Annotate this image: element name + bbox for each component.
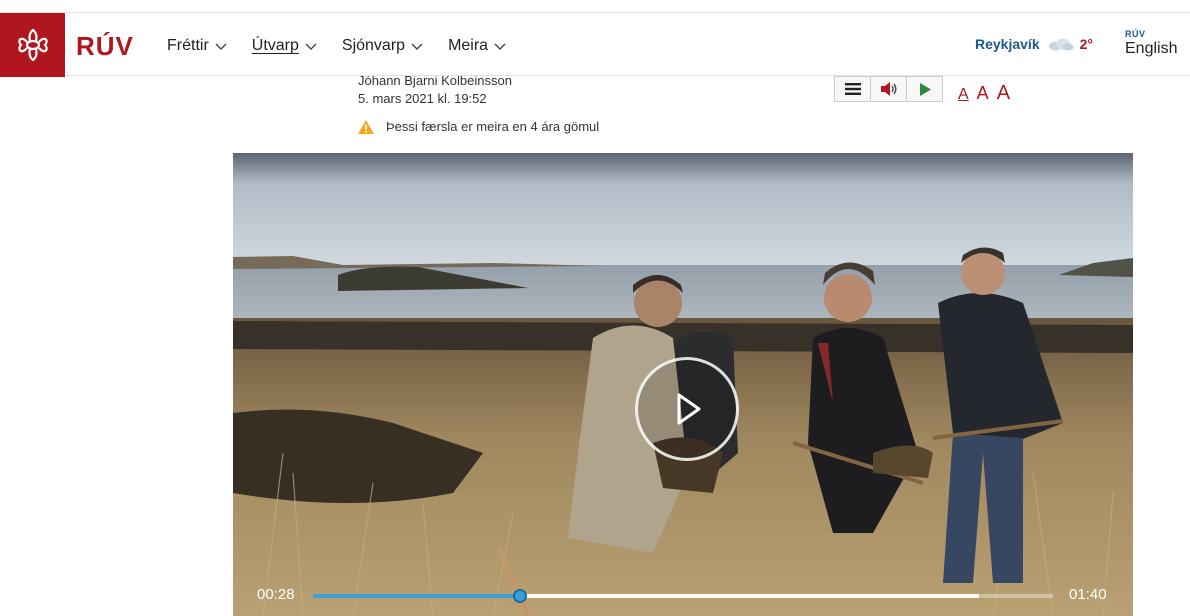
font-size-medium-button[interactable]: A (977, 83, 989, 104)
nav-item-sjonvarp[interactable]: Sjónvarp (342, 37, 423, 55)
language-switch[interactable]: RÚV English (1125, 29, 1177, 58)
chevron-down-icon (411, 43, 423, 50)
nav-label: Meira (448, 37, 489, 54)
age-warning-text: Þessi færsla er meira en 4 ára gömul (386, 119, 600, 134)
play-icon (677, 393, 701, 425)
nav-item-utvarp[interactable]: Útvarp (252, 37, 317, 55)
nav-label: Fréttir (167, 37, 209, 54)
article-date: 5. mars 2021 kl. 19:52 (358, 91, 487, 106)
font-size-controls: A A A (958, 82, 1010, 105)
weather-temp: 2° (1079, 36, 1093, 52)
site-header: RÚV Fréttir Útvarp Sjónvarp Meira Reykja… (0, 12, 1190, 77)
menu-icon (844, 83, 861, 95)
seek-bar[interactable] (313, 589, 1053, 603)
nav-item-meira[interactable]: Meira (448, 37, 506, 55)
age-warning: Þessi færsla er meira en 4 ára gömul (358, 119, 599, 134)
video-player[interactable]: 00:28 01:40 (233, 153, 1133, 616)
warning-icon (358, 119, 374, 134)
language-switch-label: English (1125, 40, 1178, 57)
nav-label: Sjónvarp (341, 37, 406, 54)
chevron-down-icon (494, 43, 506, 50)
play-button[interactable] (635, 357, 739, 461)
play-audio-button[interactable] (907, 77, 942, 101)
listen-button[interactable] (871, 77, 907, 101)
font-size-large-button[interactable]: A (997, 82, 1010, 105)
chevron-down-icon (305, 43, 317, 50)
menu-button[interactable] (835, 77, 871, 101)
cloud-icon (1048, 38, 1074, 51)
language-switch-small: RÚV (1125, 29, 1146, 39)
duration: 01:40 (1069, 586, 1107, 603)
nav-item-frettir[interactable]: Fréttir (167, 37, 227, 55)
progress-bar (313, 594, 521, 598)
play-icon (919, 82, 931, 96)
chevron-down-icon (215, 43, 227, 50)
weather-city: Reykjavík (975, 36, 1040, 52)
brand-name[interactable]: RÚV (76, 31, 134, 62)
speaker-icon (880, 82, 896, 96)
current-time: 00:28 (257, 586, 295, 603)
article-tools (834, 76, 943, 102)
main-nav: Fréttir Útvarp Sjónvarp Meira (167, 37, 531, 55)
weather-widget[interactable]: Reykjavík 2° (975, 36, 1093, 52)
ruv-logo-icon[interactable] (0, 13, 65, 77)
font-size-small-button[interactable]: A (958, 86, 969, 104)
nav-label: Útvarp (251, 37, 299, 54)
